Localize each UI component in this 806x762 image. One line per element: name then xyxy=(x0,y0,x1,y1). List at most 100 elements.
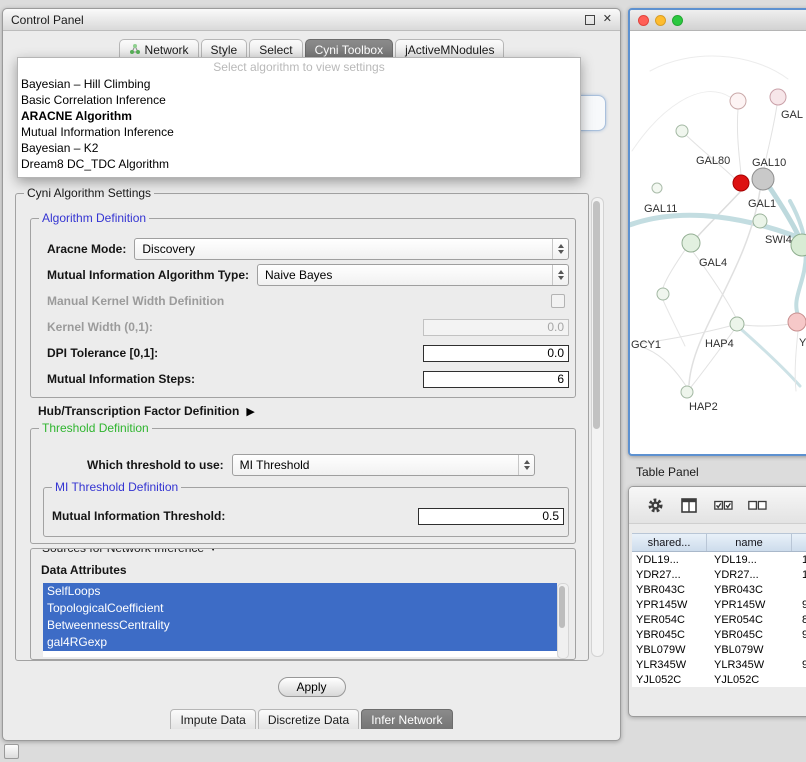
dpi-tolerance-label: DPI Tolerance [0,1]: xyxy=(47,346,158,360)
table-row[interactable]: YDR27...YDR27...12 xyxy=(632,567,806,582)
tab-discretize-data[interactable]: Discretize Data xyxy=(258,709,359,729)
column-header[interactable]: shared... xyxy=(632,534,707,551)
kernel-width-label: Kernel Width (0,1): xyxy=(47,320,153,334)
table-cell xyxy=(798,672,806,687)
table-row[interactable]: YPR145WYPR145W9. xyxy=(632,597,806,612)
aracne-mode-select[interactable]: Discovery xyxy=(134,238,569,260)
table-cell: 9. xyxy=(798,627,806,642)
columns-icon[interactable] xyxy=(679,495,699,515)
data-attribute-item[interactable]: TopologicalCoefficient xyxy=(43,600,557,617)
network-node[interactable] xyxy=(752,168,774,190)
select-all-icon[interactable] xyxy=(713,495,733,515)
settings-scrollbar[interactable] xyxy=(591,197,604,657)
network-node[interactable] xyxy=(733,175,749,191)
mi-steps-input[interactable] xyxy=(423,371,569,388)
kernel-width-row: Kernel Width (0,1): xyxy=(47,317,569,337)
table-body: YDL19...YDL19...13YDR27...YDR27...12YBR0… xyxy=(632,552,806,687)
algorithm-select-fragment[interactable] xyxy=(579,95,606,131)
network-node[interactable] xyxy=(730,93,746,109)
algorithm-option[interactable]: Mutual Information Inference xyxy=(18,124,580,140)
which-threshold-label: Which threshold to use: xyxy=(87,458,224,472)
panel-grip-icon[interactable] xyxy=(4,744,19,759)
network-window-titlebar[interactable] xyxy=(630,10,806,31)
data-attributes-list[interactable]: SelfLoopsTopologicalCoefficientBetweenne… xyxy=(43,583,557,657)
zoom-traffic-light-icon[interactable] xyxy=(672,15,683,26)
algorithm-definition-title: Algorithm Definition xyxy=(39,211,149,226)
algorithm-option[interactable]: Bayesian – K2 xyxy=(18,140,580,156)
data-attribute-item[interactable]: gal4RGexp xyxy=(43,634,557,651)
network-node[interactable] xyxy=(730,317,744,331)
aracne-mode-row: Aracne Mode: Discovery xyxy=(47,239,569,259)
tab-impute-data[interactable]: Impute Data xyxy=(170,709,255,729)
tab-cyni-toolbox[interactable]: Cyni Toolbox xyxy=(305,39,393,59)
table-row[interactable]: YBL079WYBL079W xyxy=(632,642,806,657)
tab-network[interactable]: Network xyxy=(119,39,199,59)
table-row[interactable]: YLR345WYLR345W9. xyxy=(632,657,806,672)
tab-jactivemnodules[interactable]: jActiveMNodules xyxy=(395,39,504,59)
table-row[interactable]: YDL19...YDL19...13 xyxy=(632,552,806,567)
which-threshold-select[interactable]: MI Threshold xyxy=(232,454,535,476)
table-cell: 9. xyxy=(798,597,806,612)
table-cell: YER054C xyxy=(710,612,798,627)
network-node[interactable] xyxy=(753,214,767,228)
control-panel-titlebar[interactable]: Control Panel ✕ xyxy=(3,9,620,31)
tab-label: Select xyxy=(259,43,292,57)
network-node[interactable] xyxy=(682,234,700,252)
kernel-width-input[interactable] xyxy=(423,319,569,336)
scrollbar-thumb[interactable] xyxy=(593,201,600,429)
network-view-window[interactable]: GALGAL80GAL10GAL11GAL1SWI4GAL4GCY1HAP4YH… xyxy=(628,8,806,456)
algorithm-option[interactable]: Dream8 DC_TDC Algorithm xyxy=(18,156,580,172)
column-header[interactable] xyxy=(792,534,806,551)
node-label: GCY1 xyxy=(631,339,661,351)
collapse-down-icon[interactable]: ▼ xyxy=(208,548,218,556)
data-attribute-item[interactable]: BetweennessCentrality xyxy=(43,617,557,634)
threshold-definition-group: Threshold Definition Which threshold to … xyxy=(30,428,576,544)
node-label: GAL80 xyxy=(696,155,730,167)
data-attribute-item[interactable]: SelfLoops xyxy=(43,583,557,600)
network-canvas[interactable]: GALGAL80GAL10GAL11GAL1SWI4GAL4GCY1HAP4YH… xyxy=(630,31,806,453)
network-node[interactable] xyxy=(770,89,786,105)
tab-style[interactable]: Style xyxy=(201,39,248,59)
close-traffic-light-icon[interactable] xyxy=(638,15,649,26)
table-cell: YBR045C xyxy=(710,627,798,642)
network-node[interactable] xyxy=(652,183,662,193)
column-header[interactable]: name xyxy=(707,534,792,551)
table-row[interactable]: YBR043CYBR043C xyxy=(632,582,806,597)
network-node[interactable] xyxy=(676,125,688,137)
close-window-icon[interactable]: ✕ xyxy=(603,14,612,25)
mi-type-select[interactable]: Naive Bayes xyxy=(257,264,569,286)
mi-threshold-input[interactable] xyxy=(418,508,564,525)
algorithm-option[interactable]: ARACNE Algorithm xyxy=(18,108,580,124)
deselect-all-icon[interactable] xyxy=(747,495,767,515)
table-row[interactable]: YER054CYER054C8. xyxy=(632,612,806,627)
scrollbar-thumb[interactable] xyxy=(559,586,565,628)
table-cell: YLR345W xyxy=(710,657,798,672)
attributes-scrollbar[interactable] xyxy=(557,583,569,659)
table-cell: 13 xyxy=(798,552,806,567)
stepper-icon xyxy=(552,239,568,259)
manual-kernel-checkbox[interactable] xyxy=(551,294,565,308)
tab-select[interactable]: Select xyxy=(249,39,302,59)
stepper-icon xyxy=(518,455,534,475)
mi-type-label: Mutual Information Algorithm Type: xyxy=(47,268,249,282)
algorithm-option[interactable]: Bayesian – Hill Climbing xyxy=(18,76,580,92)
gear-icon[interactable] xyxy=(645,495,665,515)
minimize-traffic-light-icon[interactable] xyxy=(655,15,666,26)
manual-kernel-label: Manual Kernel Width Definition xyxy=(47,294,224,308)
network-node[interactable] xyxy=(681,386,693,398)
hub-definition-toggle[interactable]: Hub/Transcription Factor Definition ▶ xyxy=(38,404,255,418)
tab-infer-network[interactable]: Infer Network xyxy=(361,709,452,729)
apply-button[interactable]: Apply xyxy=(278,677,346,697)
dpi-tolerance-input[interactable] xyxy=(423,345,569,362)
network-node[interactable] xyxy=(788,313,806,331)
table-row[interactable]: YJL052CYJL052C xyxy=(632,672,806,687)
table-row[interactable]: YBR045CYBR045C9. xyxy=(632,627,806,642)
table-cell: YBR043C xyxy=(632,582,710,597)
node-label: HAP2 xyxy=(689,401,718,413)
network-edge xyxy=(632,92,730,151)
float-window-icon[interactable] xyxy=(585,15,595,25)
mi-threshold-label: Mutual Information Threshold: xyxy=(52,509,225,523)
table-cell: YJL052C xyxy=(632,672,710,687)
network-node[interactable] xyxy=(657,288,669,300)
algorithm-option[interactable]: Basic Correlation Inference xyxy=(18,92,580,108)
